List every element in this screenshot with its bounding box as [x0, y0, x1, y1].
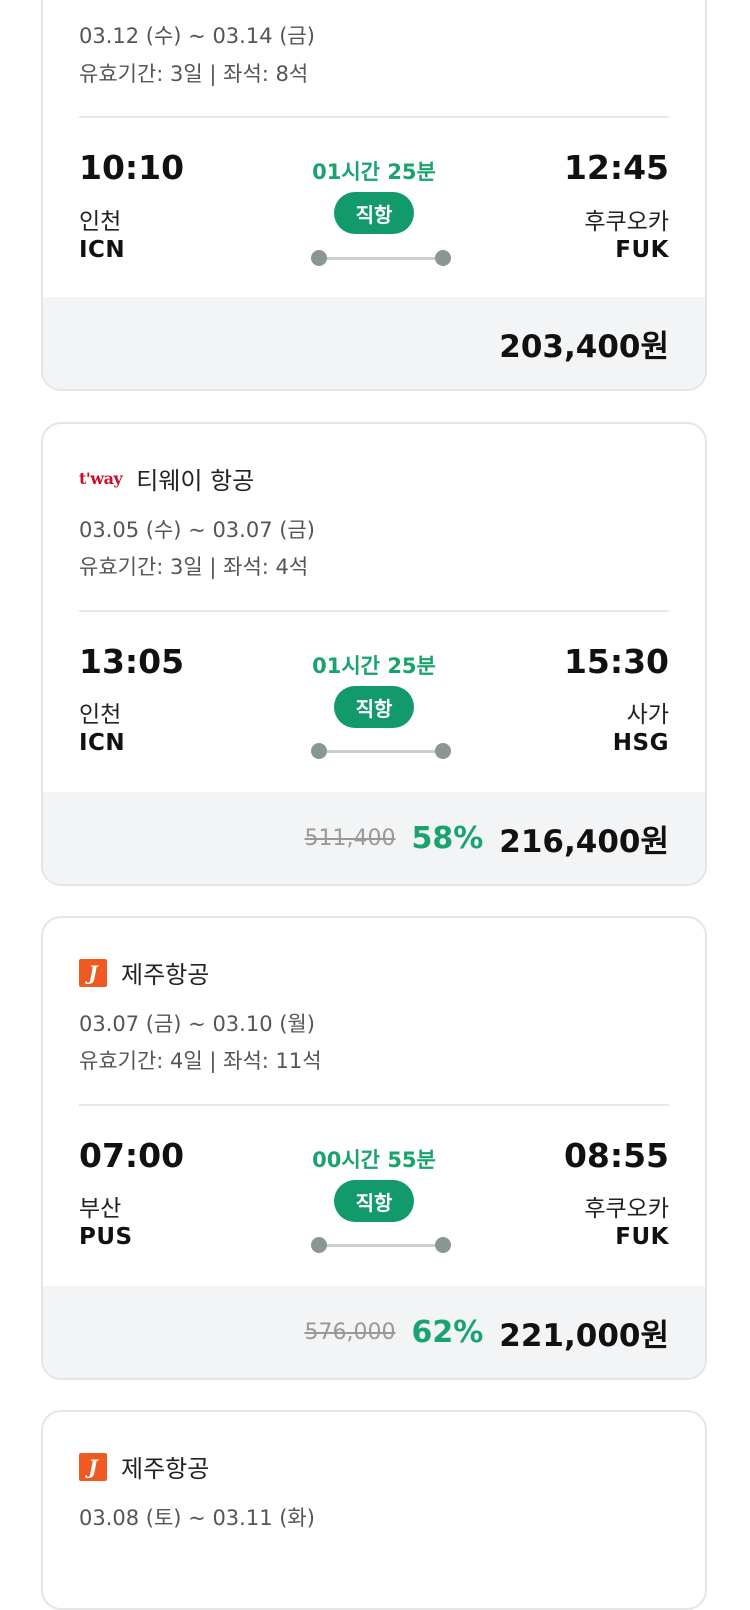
direct-flight-badge: 직항	[334, 1180, 414, 1222]
airline-header: t'way 티웨이 항공	[79, 461, 254, 496]
arrival-city: 후쿠오카	[584, 1196, 669, 1222]
direct-flight-badge: 직항	[334, 192, 414, 234]
travel-dates: 03.12 (수) ~ 03.14 (금)	[79, 24, 315, 48]
travel-dates: 03.07 (금) ~ 03.10 (월)	[79, 1012, 315, 1036]
price-bar: 203,400원	[43, 297, 705, 389]
original-price: 576,000	[304, 1319, 396, 1345]
airline-name: 제주항공	[121, 961, 210, 989]
airline-name: 제주항공	[121, 1455, 210, 1483]
divider	[79, 116, 669, 118]
departure-code: ICN	[79, 237, 126, 263]
airline-header: J 제주항공	[79, 1449, 209, 1484]
arrival-time: 15:30	[563, 642, 669, 681]
departure-code: PUS	[79, 1224, 133, 1250]
discount-rate: 62%	[411, 1314, 484, 1350]
validity-seats: 유효기간: 3일 | 좌석: 4석	[79, 555, 309, 579]
discount-rate: 58%	[411, 820, 484, 856]
departure-city: 인천	[79, 702, 122, 728]
airline-name: 티웨이 항공	[136, 467, 255, 495]
arrival-time: 12:45	[563, 148, 669, 187]
divider	[79, 610, 669, 612]
arrival-city: 후쿠오카	[584, 209, 669, 235]
airline-header: J 제주항공	[79, 955, 209, 990]
arrival-city: 사가	[626, 702, 669, 728]
final-price: 203,400원	[499, 328, 669, 365]
arrival-time: 08:55	[563, 1136, 669, 1175]
flight-card[interactable]: J 제주항공 03.07 (금) ~ 03.10 (월) 유효기간: 4일 | …	[41, 916, 707, 1380]
departure-city: 인천	[79, 209, 122, 235]
jeju-air-logo-icon: J	[79, 1452, 107, 1481]
flight-card[interactable]: t'way 티웨이 항공 03.05 (수) ~ 03.07 (금) 유효기간:…	[41, 422, 707, 886]
departure-city: 부산	[79, 1196, 122, 1222]
divider	[79, 1104, 669, 1106]
final-price: 216,400원	[499, 823, 669, 860]
route-line-icon	[311, 250, 451, 266]
arrival-code: FUK	[615, 237, 669, 263]
arrival-code: HSG	[612, 730, 669, 756]
direct-flight-badge: 직항	[334, 686, 414, 728]
price-bar: 511,400 58% 216,400원	[43, 792, 705, 884]
arrival-code: FUK	[615, 1224, 669, 1250]
tway-logo-icon: t'way	[79, 469, 123, 488]
route-line-icon	[311, 743, 451, 759]
flight-card[interactable]: 03.12 (수) ~ 03.14 (금) 유효기간: 3일 | 좌석: 8석 …	[41, 0, 707, 391]
validity-seats: 유효기간: 4일 | 좌석: 11석	[79, 1049, 322, 1073]
price-bar: 576,000 62% 221,000원	[43, 1286, 705, 1378]
travel-dates: 03.05 (수) ~ 03.07 (금)	[79, 518, 315, 542]
jeju-air-logo-icon: J	[79, 958, 107, 987]
flight-card[interactable]: J 제주항공 03.08 (토) ~ 03.11 (화)	[41, 1410, 707, 1610]
validity-seats: 유효기간: 3일 | 좌석: 8석	[79, 62, 309, 86]
departure-code: ICN	[79, 730, 126, 756]
final-price: 221,000원	[499, 1317, 669, 1354]
original-price: 511,400	[304, 825, 396, 851]
route-line-icon	[311, 1237, 451, 1253]
travel-dates: 03.08 (토) ~ 03.11 (화)	[79, 1506, 315, 1530]
